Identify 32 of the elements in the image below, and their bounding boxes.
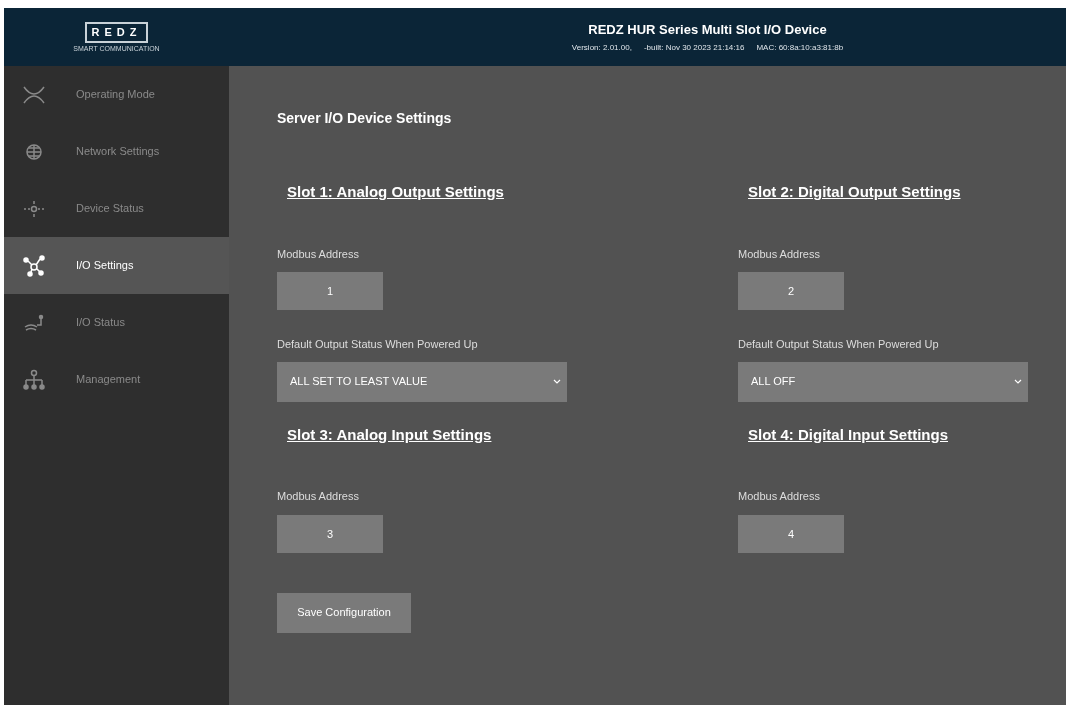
field-label: Modbus Address — [277, 246, 359, 262]
slot-heading: Slot 3: Analog Input Settings — [287, 424, 492, 445]
hierarchy-icon — [22, 367, 46, 392]
field-label: Default Output Status When Powered Up — [277, 337, 478, 352]
sidebar-item[interactable]: I/O Settings — [4, 237, 229, 294]
slot-heading: Slot 4: Digital Input Settings — [748, 424, 948, 445]
default-status-dropdown[interactable]: ALL OFF — [738, 361, 1028, 402]
chevron-down-icon — [1014, 378, 1022, 385]
field-label: Modbus Address — [738, 246, 820, 262]
chevron-down-icon — [553, 378, 561, 385]
page-title: Server I/O Device Settings — [277, 109, 453, 128]
build-text: -built: Nov 30 2023 21:14:16 — [643, 42, 745, 55]
sidebar-item[interactable]: Operating Mode — [4, 66, 229, 123]
modbus-address-field[interactable]: 3 — [277, 514, 383, 553]
device-title: REDZ HUR Series Multi Slot I/O Device — [588, 20, 827, 39]
sidebar-item[interactable]: I/O Status — [4, 294, 229, 351]
field-label: Modbus Address — [277, 489, 359, 504]
default-status-dropdown[interactable]: ALL SET TO LEAST VALUE — [277, 361, 567, 402]
connected-nodes-icon — [22, 253, 46, 278]
slot-heading: Slot 1: Analog Output Settings — [287, 182, 504, 202]
modbus-address-field[interactable]: 1 — [277, 272, 383, 310]
sidebar-item[interactable]: Management — [4, 351, 229, 408]
field-label: Modbus Address — [738, 489, 820, 504]
sidebar-item[interactable]: Device Status — [4, 180, 229, 237]
modbus-address-field[interactable]: 4 — [738, 514, 844, 553]
save-configuration-button[interactable]: Save Configuration — [277, 592, 411, 633]
mac-address-text: MAC: 60:8a:10:a3:81:8b — [756, 42, 844, 55]
slot-heading: Slot 2: Digital Output Settings — [748, 182, 961, 202]
modbus-address-field[interactable]: 2 — [738, 272, 844, 310]
sidebar-item[interactable]: Network Settings — [4, 123, 229, 180]
field-label: Default Output Status When Powered Up — [738, 337, 939, 352]
version-text: Version: 2.01.00, — [571, 42, 632, 55]
